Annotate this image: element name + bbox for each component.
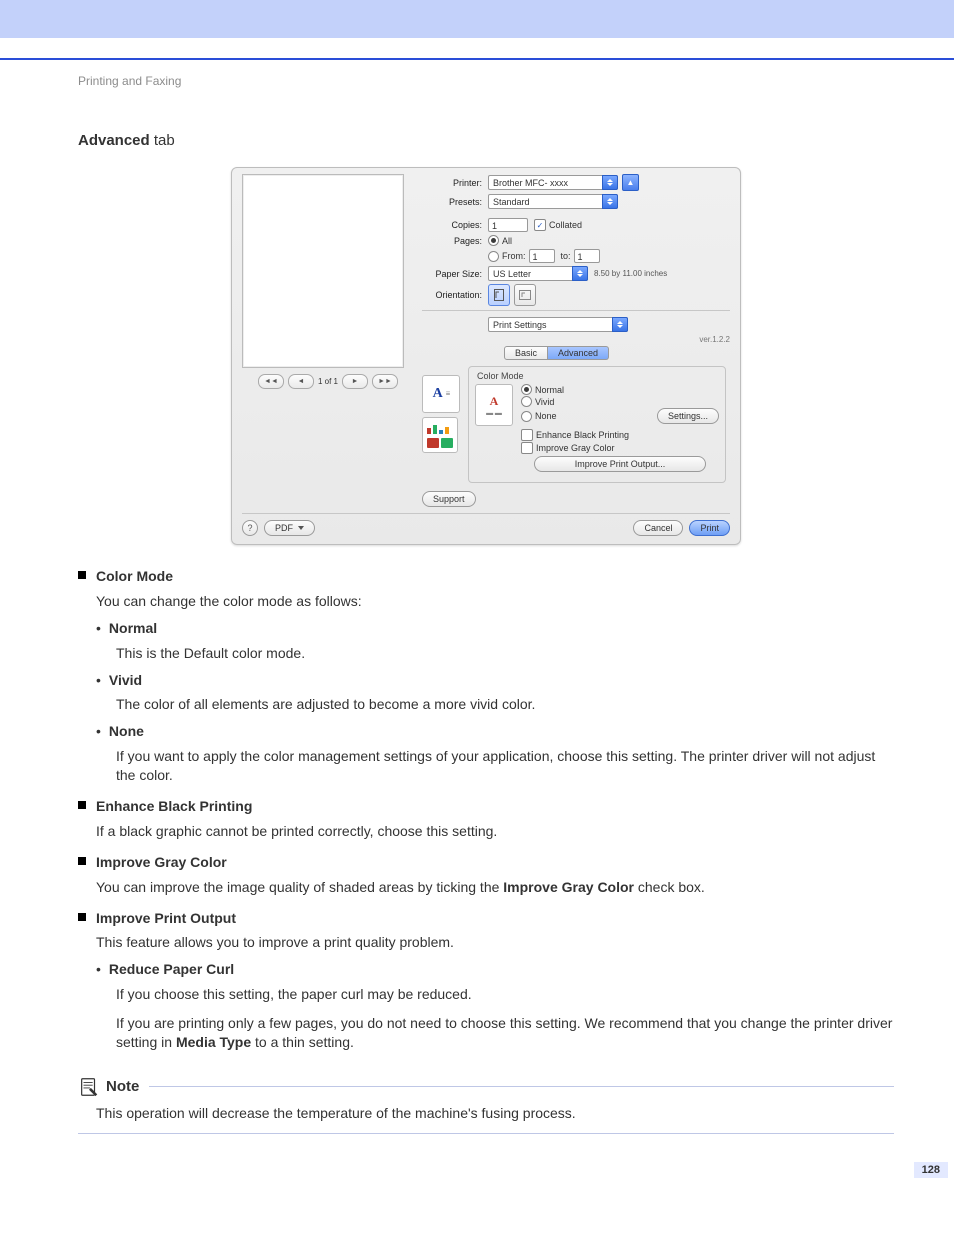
top-decoration-bar (0, 0, 954, 38)
color-mode-panel: Color Mode A▬ ▬ Normal Vivid None (468, 366, 726, 483)
mode-vivid-label: Vivid (535, 397, 554, 407)
note-divider (149, 1086, 894, 1087)
bullet-icon (78, 913, 86, 921)
orientation-label: Orientation: (422, 290, 488, 300)
improve-gray-checkbox[interactable] (521, 442, 533, 454)
settings-button[interactable]: Settings... (657, 408, 719, 424)
color-mode-intro: You can change the color mode as follows… (96, 592, 894, 611)
pages-label: Pages: (422, 236, 488, 246)
tab-basic[interactable]: Basic (504, 346, 548, 360)
bullet-icon (78, 801, 86, 809)
support-button[interactable]: Support (422, 491, 476, 507)
running-head: Printing and Faxing (78, 74, 894, 88)
page-number: 128 (914, 1162, 948, 1178)
pages-to-field[interactable]: 1 (574, 249, 600, 263)
presets-select[interactable]: Standard (488, 194, 618, 209)
note-title: Note (106, 1077, 139, 1097)
normal-body: This is the Default color mode. (116, 644, 894, 663)
print-dialog: ◄◄ ◄ 1 of 1 ► ►► Printer: Brother MFC- x… (231, 167, 741, 545)
print-button[interactable]: Print (689, 520, 730, 536)
pages-all-radio[interactable] (488, 235, 499, 246)
bullet-icon: • (96, 619, 101, 638)
pager-next-button[interactable]: ► (342, 374, 368, 389)
improve-gray-label: Improve Gray Color (536, 443, 615, 453)
section-heading-bold: Advanced (78, 132, 150, 149)
pages-all-label: All (502, 236, 512, 246)
cancel-button[interactable]: Cancel (633, 520, 683, 536)
mode-normal-radio[interactable] (521, 384, 532, 395)
select-arrows-icon (612, 317, 628, 332)
basic-tab-icon[interactable]: A≡ (422, 375, 460, 413)
select-arrows-icon (602, 175, 618, 190)
enhance-black-body: If a black graphic cannot be printed cor… (96, 822, 894, 841)
section-heading-rest: tab (150, 132, 175, 149)
printer-select[interactable]: Brother MFC- xxxx (488, 175, 618, 190)
enhance-black-heading: Enhance Black Printing (96, 797, 252, 816)
improve-output-intro: This feature allows you to improve a pri… (96, 933, 894, 952)
pages-from-label: From: (502, 251, 526, 261)
page-preview (242, 174, 404, 368)
section-heading: Advanced tab (78, 132, 894, 149)
pager-text: 1 of 1 (318, 377, 338, 386)
normal-heading: Normal (109, 619, 157, 638)
orientation-landscape-button[interactable] (514, 284, 536, 306)
enhance-black-label: Enhance Black Printing (536, 430, 629, 440)
bullet-icon (78, 571, 86, 579)
pages-from-radio[interactable] (488, 251, 499, 262)
none-heading: None (109, 722, 144, 741)
printer-label: Printer: (422, 178, 488, 188)
improve-output-heading: Improve Print Output (96, 909, 236, 928)
collated-checkbox[interactable]: ✓ (534, 219, 546, 231)
enhance-black-checkbox[interactable] (521, 429, 533, 441)
reduce-curl-heading: Reduce Paper Curl (109, 960, 234, 979)
presets-label: Presets: (422, 197, 488, 207)
paper-size-select[interactable]: US Letter (488, 266, 588, 281)
paper-dims: 8.50 by 11.00 inches (594, 269, 667, 278)
none-body: If you want to apply the color managemen… (116, 747, 894, 785)
section-select[interactable]: Print Settings (488, 317, 628, 332)
vivid-heading: Vivid (109, 671, 142, 690)
bullet-icon: • (96, 671, 101, 690)
tab-advanced[interactable]: Advanced (548, 346, 609, 360)
copies-field[interactable]: 1 (488, 218, 528, 232)
collated-label: Collated (549, 220, 582, 230)
color-mode-panel-title: Color Mode (477, 371, 719, 381)
color-mode-heading: Color Mode (96, 567, 173, 586)
bullet-icon: • (96, 722, 101, 741)
bullet-icon (78, 857, 86, 865)
reduce-curl-body2: If you are printing only a few pages, yo… (116, 1014, 894, 1052)
pager-first-button[interactable]: ◄◄ (258, 374, 284, 389)
bullet-icon: • (96, 960, 101, 979)
mode-none-label: None (535, 411, 557, 421)
mode-none-radio[interactable] (521, 411, 532, 422)
vivid-body: The color of all elements are adjusted t… (116, 695, 894, 714)
improve-gray-body: You can improve the image quality of sha… (96, 878, 894, 897)
paper-size-label: Paper Size: (422, 269, 488, 279)
version-text: ver.1.2.2 (422, 335, 730, 344)
advanced-tab-icon[interactable] (422, 417, 458, 453)
orientation-portrait-button[interactable] (488, 284, 510, 306)
pdf-menu-button[interactable]: PDF (264, 520, 315, 536)
copies-label: Copies: (422, 220, 488, 230)
chart-icon (425, 422, 455, 436)
pager-prev-button[interactable]: ◄ (288, 374, 314, 389)
pages-to-label: to: (561, 251, 571, 261)
note-icon (78, 1076, 100, 1098)
mode-normal-label: Normal (535, 385, 564, 395)
mode-vivid-radio[interactable] (521, 396, 532, 407)
pager-last-button[interactable]: ►► (372, 374, 398, 389)
reduce-curl-body1: If you choose this setting, the paper cu… (116, 985, 894, 1004)
select-arrows-icon (602, 194, 618, 209)
improve-gray-heading: Improve Gray Color (96, 853, 227, 872)
printer-status-button[interactable]: ▲ (622, 174, 639, 191)
help-button[interactable]: ? (242, 520, 258, 536)
note-divider (78, 1133, 894, 1134)
select-arrows-icon (572, 266, 588, 281)
note-body: This operation will decrease the tempera… (96, 1104, 894, 1123)
improve-print-output-button[interactable]: Improve Print Output... (534, 456, 706, 472)
pages-from-field[interactable]: 1 (529, 249, 555, 263)
color-mode-icon: A▬ ▬ (475, 384, 513, 426)
